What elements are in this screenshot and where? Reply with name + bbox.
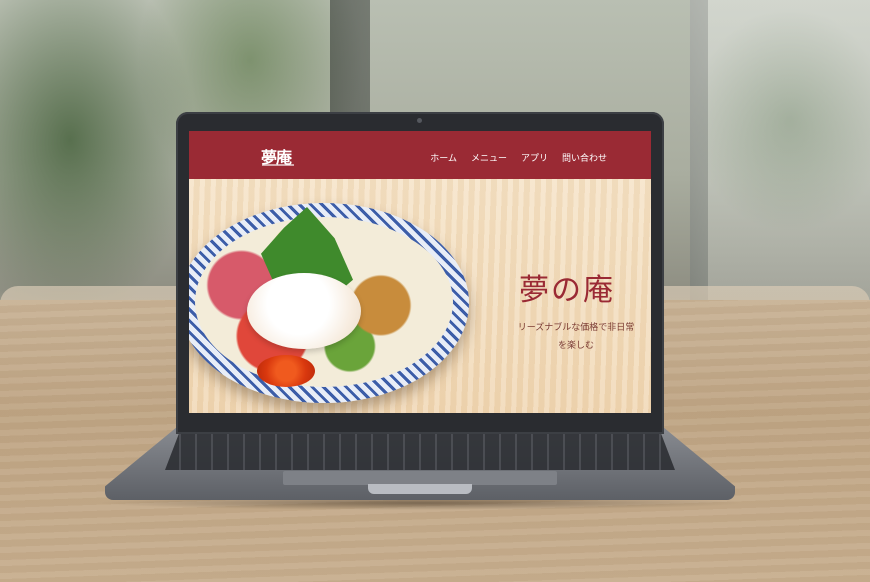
laptop-screen: 夢庵 ホーム メニュー アプリ 問い合わせ 夢の庵 リーズナブルな価格で非日常 … — [189, 131, 651, 413]
camera-icon — [417, 118, 422, 123]
salmon-roe — [257, 355, 315, 387]
nav-item-app[interactable]: アプリ — [521, 151, 548, 164]
laptop-keyboard — [165, 430, 675, 470]
laptop-hinge-notch — [368, 484, 472, 494]
background-wall — [690, 0, 870, 310]
hero-subtitle-line: リーズナブルな価格で非日常 — [517, 323, 635, 333]
hero-title: 夢の庵 — [519, 273, 615, 308]
food-bowl-image — [189, 203, 469, 403]
nav-item-menu[interactable]: メニュー — [471, 151, 507, 164]
hero-subtitle-line: を楽しむ — [557, 341, 594, 351]
hero-section: 夢の庵 リーズナブルな価格で非日常 を楽しむ — [189, 179, 651, 413]
nav-item-home[interactable]: ホーム — [430, 151, 457, 164]
nav-item-contact[interactable]: 問い合わせ — [562, 151, 607, 164]
hero-subtitle: リーズナブルな価格で非日常 を楽しむ — [511, 319, 641, 355]
laptop-trackpad — [283, 471, 557, 485]
site-header: 夢庵 ホーム メニュー アプリ 問い合わせ — [189, 131, 651, 179]
soft-egg — [247, 273, 361, 349]
main-nav: ホーム メニュー アプリ 問い合わせ — [430, 151, 607, 164]
logo-underline — [262, 164, 294, 166]
